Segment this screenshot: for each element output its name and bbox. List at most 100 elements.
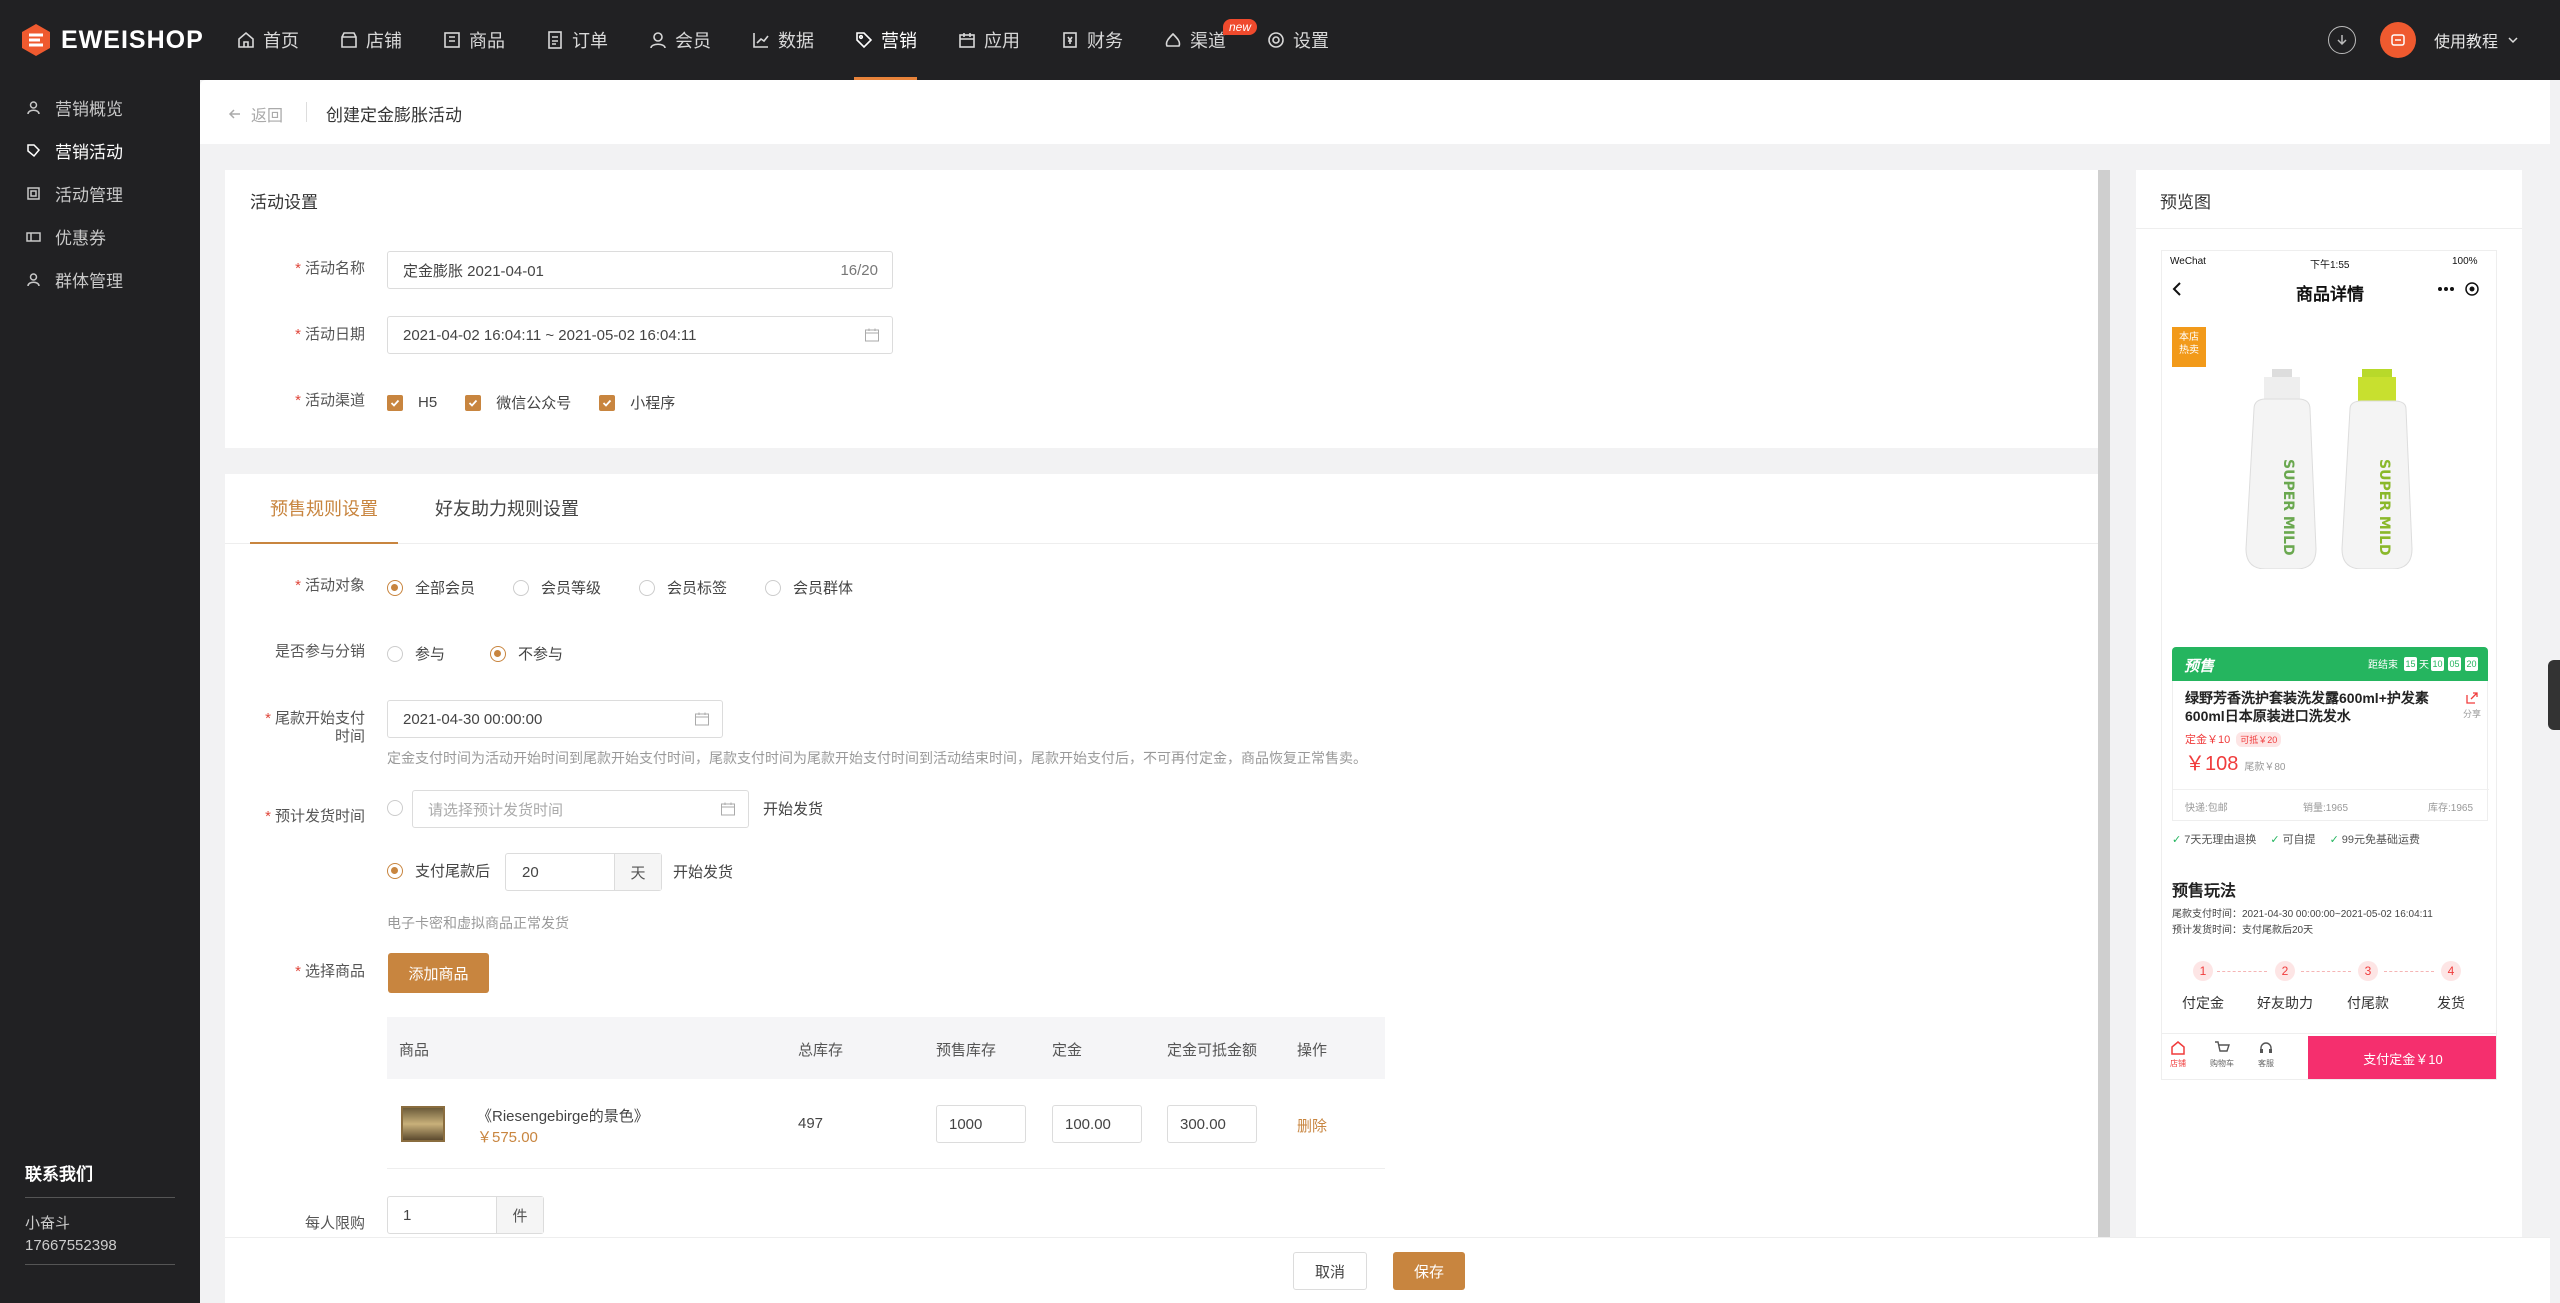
target-group-radio[interactable]	[765, 579, 782, 596]
calendar-icon	[721, 802, 735, 816]
phone-status-bar: WeChat 下午1:55 100%	[2162, 251, 2496, 271]
sidebar-item-label: 营销概览	[55, 100, 123, 119]
sidebar-item-coupon[interactable]: 优惠券	[0, 215, 200, 258]
limit-input[interactable]: 1 件	[387, 1196, 544, 1234]
nav-member[interactable]: 会员	[648, 0, 711, 80]
presale-stock-input[interactable]: 1000	[936, 1105, 1026, 1143]
sidebar-item-label: 营销活动	[55, 143, 123, 162]
sidebar-item-manage[interactable]: 活动管理	[0, 172, 200, 215]
nav-shop[interactable]: 店铺	[339, 0, 402, 80]
pay-deposit-button[interactable]: 支付定金￥10	[2308, 1036, 2496, 1079]
channel-miniapp-checkbox[interactable]	[599, 394, 616, 411]
steps: 1 付定金 2 好友助力 3 付尾款 4 发货	[2162, 961, 2496, 1021]
add-goods-button[interactable]: 添加商品	[388, 953, 489, 993]
logo[interactable]: EWEISHOP	[18, 22, 204, 58]
radio-label: 会员标签	[667, 580, 728, 597]
final-pay-time-input[interactable]: 2021-04-30 00:00:00	[387, 700, 723, 738]
after-pay-radio[interactable]	[387, 862, 403, 879]
activity-name-input[interactable]: 定金膨胀 2021-04-01 16/20	[387, 251, 893, 289]
channel-h5-checkbox[interactable]	[387, 394, 403, 411]
ship-hint: 电子卡密和虚拟商品正常发货	[387, 915, 569, 931]
back-button[interactable]: 返回	[227, 102, 283, 126]
nav-data[interactable]: 数据	[751, 0, 814, 80]
dist-yes-radio[interactable]	[387, 645, 403, 662]
side-handle[interactable]	[2548, 660, 2560, 730]
after-pay-days-input[interactable]: 20 天	[505, 853, 662, 891]
guarantee-item: ✓ 可自提	[2270, 834, 2316, 846]
sidebar-item-overview[interactable]: 营销概览	[0, 86, 200, 129]
target-label: * 活动对象	[295, 577, 365, 594]
stock-info: 库存:1965	[2428, 803, 2474, 814]
save-button[interactable]: 保存	[1393, 1252, 1465, 1290]
channel-wechat-checkbox[interactable]	[465, 394, 482, 411]
avatar[interactable]	[2379, 22, 2416, 58]
days-unit: 天	[614, 854, 661, 890]
sidebar-item-groups[interactable]: 群体管理	[0, 258, 200, 301]
check-circle-icon: ✓	[2270, 834, 2280, 846]
radio-label: 会员等级	[541, 580, 602, 597]
ship-time-label: * 预计发货时间	[265, 808, 365, 825]
chevron-down-icon[interactable]	[2506, 33, 2520, 47]
cart-tab[interactable]: 购物车	[2210, 1040, 2234, 1069]
divider	[306, 102, 307, 122]
channel-label: 小程序	[630, 395, 676, 412]
target-all-radio[interactable]	[387, 579, 403, 596]
tab-friend-rules[interactable]: 好友助力规则设置	[435, 474, 579, 544]
nav-settings[interactable]: 设置	[1266, 0, 1329, 80]
product-name[interactable]: 《Riesengebirge的景色》	[477, 1105, 649, 1126]
help-link[interactable]: 使用教程	[2434, 28, 2498, 52]
preview-panel: 预览图 WeChat 下午1:55 100% 商品详情 本店 热卖 SUPER M…	[2136, 170, 2522, 1237]
check-icon	[390, 399, 400, 407]
cancel-button[interactable]: 取消	[1293, 1252, 1367, 1290]
tag-icon	[27, 144, 41, 158]
delete-link[interactable]: 删除	[1297, 1115, 1327, 1136]
nav-order[interactable]: 订单	[545, 0, 608, 80]
user-icon	[27, 101, 40, 115]
deposit-input[interactable]: 100.00	[1052, 1105, 1142, 1143]
check-circle-icon: ✓	[2329, 834, 2339, 846]
target-tag-radio[interactable]	[639, 579, 656, 596]
col-header: 操作	[1297, 1042, 1328, 1059]
nav-label: 首页	[263, 31, 299, 51]
activity-date-input[interactable]: 2021-04-02 16:04:11 ~ 2021-05-02 16:04:1…	[387, 316, 893, 354]
nav-goods[interactable]: 商品	[442, 0, 505, 80]
target-level-radio[interactable]	[513, 579, 530, 596]
dist-no-radio[interactable]	[490, 645, 507, 662]
back-label: 返回	[251, 108, 284, 125]
store-icon	[2171, 1041, 2185, 1055]
presale-bar: 预售 距结束 15 天 10 05 20	[2172, 647, 2488, 681]
store-tab[interactable]: 店铺	[2166, 1040, 2190, 1069]
ship-date-radio[interactable]	[387, 800, 403, 816]
share-button[interactable]: 分享	[2463, 691, 2481, 720]
tab-presale-rules[interactable]: 预售规则设置	[250, 474, 398, 544]
download-icon[interactable]	[2327, 26, 2356, 54]
play-title: 预售玩法	[2172, 883, 2237, 900]
nav-app[interactable]: 应用	[957, 0, 1020, 80]
product-meta: 快递:包邮 销量:1965 库存:1965	[2173, 789, 2489, 819]
check-icon	[469, 399, 478, 407]
phone-bottom-bar: 店铺 购物车 客服 支付定金￥10	[2162, 1033, 2496, 1079]
countdown-sec: 20	[2465, 656, 2478, 671]
activity-name-label: * 活动名称	[295, 260, 365, 277]
deduct-badge: 可抵￥20	[2236, 732, 2282, 747]
status-battery: 100%	[2452, 256, 2478, 267]
more-icon	[2438, 287, 2454, 291]
nav-home[interactable]: 首页	[236, 0, 299, 80]
service-tab[interactable]: 客服	[2254, 1040, 2278, 1069]
chart-icon	[753, 33, 769, 48]
check-icon	[603, 399, 612, 407]
manage-icon	[27, 187, 40, 200]
deduct-input[interactable]: 300.00	[1167, 1105, 1257, 1143]
arrow-left-icon	[228, 109, 240, 119]
radio-label: 参与	[415, 646, 446, 663]
form-scrollbar[interactable]	[2098, 170, 2110, 1237]
nav-channel[interactable]: 渠道 new	[1163, 0, 1258, 80]
nav-finance[interactable]: 财务	[1060, 0, 1123, 80]
nav-marketing[interactable]: 营销	[854, 0, 917, 80]
finance-icon	[1063, 32, 1077, 48]
ship-time-input[interactable]: 请选择预计发货时间	[412, 790, 749, 828]
arrow-down-icon	[2337, 35, 2347, 46]
sidebar-item-activities[interactable]: 营销活动	[0, 129, 200, 172]
contact-name: 小奋斗	[25, 1215, 71, 1232]
sidebar-item-label: 群体管理	[55, 272, 123, 291]
